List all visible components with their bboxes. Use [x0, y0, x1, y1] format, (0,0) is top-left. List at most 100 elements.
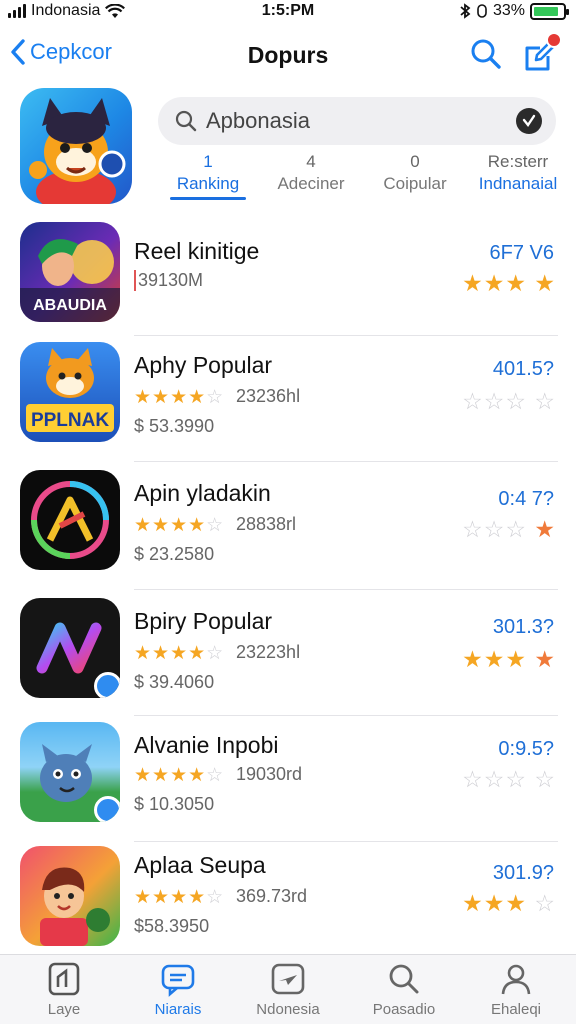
search-icon — [471, 39, 501, 69]
star-rating: ☆☆☆ ★ — [462, 516, 556, 542]
app-art: PPLNAK — [26, 348, 114, 432]
app-name: Apin yladakin — [134, 480, 271, 506]
app-name: Alvanie Inpobi — [134, 732, 279, 758]
tab-label: Ranking — [176, 174, 240, 193]
star-rating: ★★★★☆ — [134, 765, 225, 786]
tab-count: 4 — [306, 152, 316, 171]
verified-badge — [94, 796, 120, 822]
tabbar-label: Poasadio — [372, 1001, 436, 1018]
tabbar-item-niarais[interactable]: Niarais — [128, 961, 228, 1018]
compose-button[interactable] — [522, 32, 562, 74]
navigation-bar: Cepkcor Dopurs — [0, 32, 576, 76]
app-price: $ 10.3050 — [134, 794, 215, 814]
tabbar-item-ndonesia[interactable]: Ndonesia — [238, 961, 338, 1018]
app-row[interactable]: Bpiry Popular ★★★★☆ 23223hl $ 39.4060 30… — [0, 588, 576, 716]
app-meta: 6F7 V6 — [489, 242, 554, 264]
app-price: $ 23.2580 — [134, 544, 215, 564]
app-art: ABAUDIA — [20, 239, 120, 322]
star-rating: ★★★★☆ — [134, 515, 225, 536]
chat-icon — [160, 961, 196, 997]
battery-icon — [530, 2, 569, 20]
tabbar-item-poasadio[interactable]: Poasadio — [354, 961, 454, 1018]
app-art — [40, 867, 110, 946]
app-price: $ 53.3990 — [134, 416, 215, 436]
search-input[interactable] — [206, 107, 496, 135]
segment-tabs: 1 Ranking 4 Adeciner 0 Coipular Re:sterr… — [158, 152, 568, 204]
tabbar-label: Ndonesia — [256, 1001, 320, 1018]
star-rating: ★★★★☆ — [134, 887, 225, 908]
app-downloads: 19030rd — [236, 764, 303, 784]
clear-search-button[interactable] — [516, 108, 542, 134]
clear-icon — [522, 114, 536, 128]
app-icon: ABAUDIA — [20, 222, 120, 322]
app-row[interactable]: ABAUDIA Reel kinitige 39130M 6F7 V6 ★★★ … — [0, 208, 576, 336]
app-icon — [20, 722, 120, 822]
battery-fill — [534, 6, 558, 16]
notification-badge — [546, 32, 562, 48]
star-rating: ☆☆☆ ☆ — [462, 388, 556, 414]
app-icon — [20, 470, 120, 570]
search-icon — [386, 961, 422, 997]
tabbar-label: Laye — [47, 1001, 81, 1018]
search-icon — [175, 110, 197, 132]
status-right: 33% — [459, 2, 569, 20]
app-meta: 0:4 7? — [498, 488, 554, 510]
app-price: $58.3950 — [134, 916, 210, 936]
featured-app-icon[interactable] — [20, 88, 132, 204]
app-meta: 0:9.5? — [498, 738, 554, 760]
person-icon — [498, 961, 534, 997]
status-bar: Indonasia 1:5:PM 33% — [0, 0, 576, 24]
tab-adeciner[interactable]: 4 Adeciner — [274, 152, 348, 194]
star-rating: ☆☆☆ ☆ — [462, 766, 556, 792]
app-price: 39130M — [134, 270, 203, 291]
tab-bar: Laye Niarais Ndonesia Poasadio Ehaleqi — [0, 954, 576, 1024]
app-meta: 301.3? — [492, 616, 554, 638]
app-row[interactable]: Apin yladakin ★★★★☆ 28838rl $ 23.2580 0:… — [0, 462, 576, 590]
app-name: Aphy Popular — [134, 352, 273, 378]
tab-count: 0 — [410, 152, 420, 171]
battery-percent: 33% — [492, 2, 525, 19]
mascot-image — [29, 98, 126, 204]
app-downloads: 28838rl — [236, 514, 297, 534]
app-icon: PPLNAK — [20, 342, 120, 442]
tab-count: Re:sterr — [487, 152, 549, 171]
plane-icon — [270, 961, 306, 997]
app-row[interactable]: Aplaa Seupa ★★★★☆ 369.73rd $58.3950 301.… — [0, 838, 576, 954]
tab-label: Coipular — [383, 174, 447, 193]
tab-indnanaial[interactable]: Re:sterr Indnanaial — [476, 152, 560, 194]
alarm-icon — [477, 4, 487, 18]
app-downloads: 23223hl — [236, 642, 301, 662]
app-name: Bpiry Popular — [134, 608, 273, 634]
app-downloads: 369.73rd — [236, 886, 308, 906]
app-meta: 401.5? — [492, 358, 554, 380]
tabbar-item-laye[interactable]: Laye — [14, 961, 114, 1018]
app-row[interactable]: PPLNAK Aphy Popular ★★★★☆ 23236hl $ 53.3… — [0, 334, 576, 462]
app-downloads: 23236hl — [236, 386, 301, 406]
app-price: $ 39.4060 — [134, 672, 215, 692]
app-name: Aplaa Seupa — [134, 852, 266, 878]
tabbar-label: Niarais — [154, 1001, 202, 1018]
tabbar-label: Ehaleqi — [490, 1001, 542, 1018]
app-icon — [20, 846, 120, 946]
app-name: Reel kinitige — [134, 238, 260, 264]
star-rating: ★★★ ★ — [462, 270, 556, 296]
star-rating: ★★★★☆ — [134, 387, 225, 408]
tab-label: Adeciner — [277, 174, 345, 193]
app-row[interactable]: Alvanie Inpobi ★★★★☆ 19030rd $ 10.3050 0… — [0, 714, 576, 842]
icon-wordmark: ABAUDIA — [33, 297, 107, 314]
tab-ranking[interactable]: 1 Ranking — [170, 152, 246, 200]
star-rating: ★★★ ☆ — [462, 890, 556, 916]
nav-search-button[interactable] — [468, 36, 504, 72]
search-bar[interactable] — [158, 97, 556, 145]
icon-wordmark: PPLNAK — [31, 410, 109, 431]
tab-label: Indnanaial — [478, 174, 558, 193]
app-icon — [20, 598, 120, 698]
tab-coipular[interactable]: 0 Coipular — [378, 152, 452, 194]
tabbar-item-ehaleqi[interactable]: Ehaleqi — [466, 961, 566, 1018]
app-meta: 301.9? — [492, 862, 554, 884]
star-rating: ★★★ ★ — [462, 646, 556, 672]
tab-count: 1 — [203, 152, 213, 171]
app-art — [31, 481, 109, 559]
verified-badge — [94, 672, 120, 698]
app-icon — [46, 961, 82, 997]
